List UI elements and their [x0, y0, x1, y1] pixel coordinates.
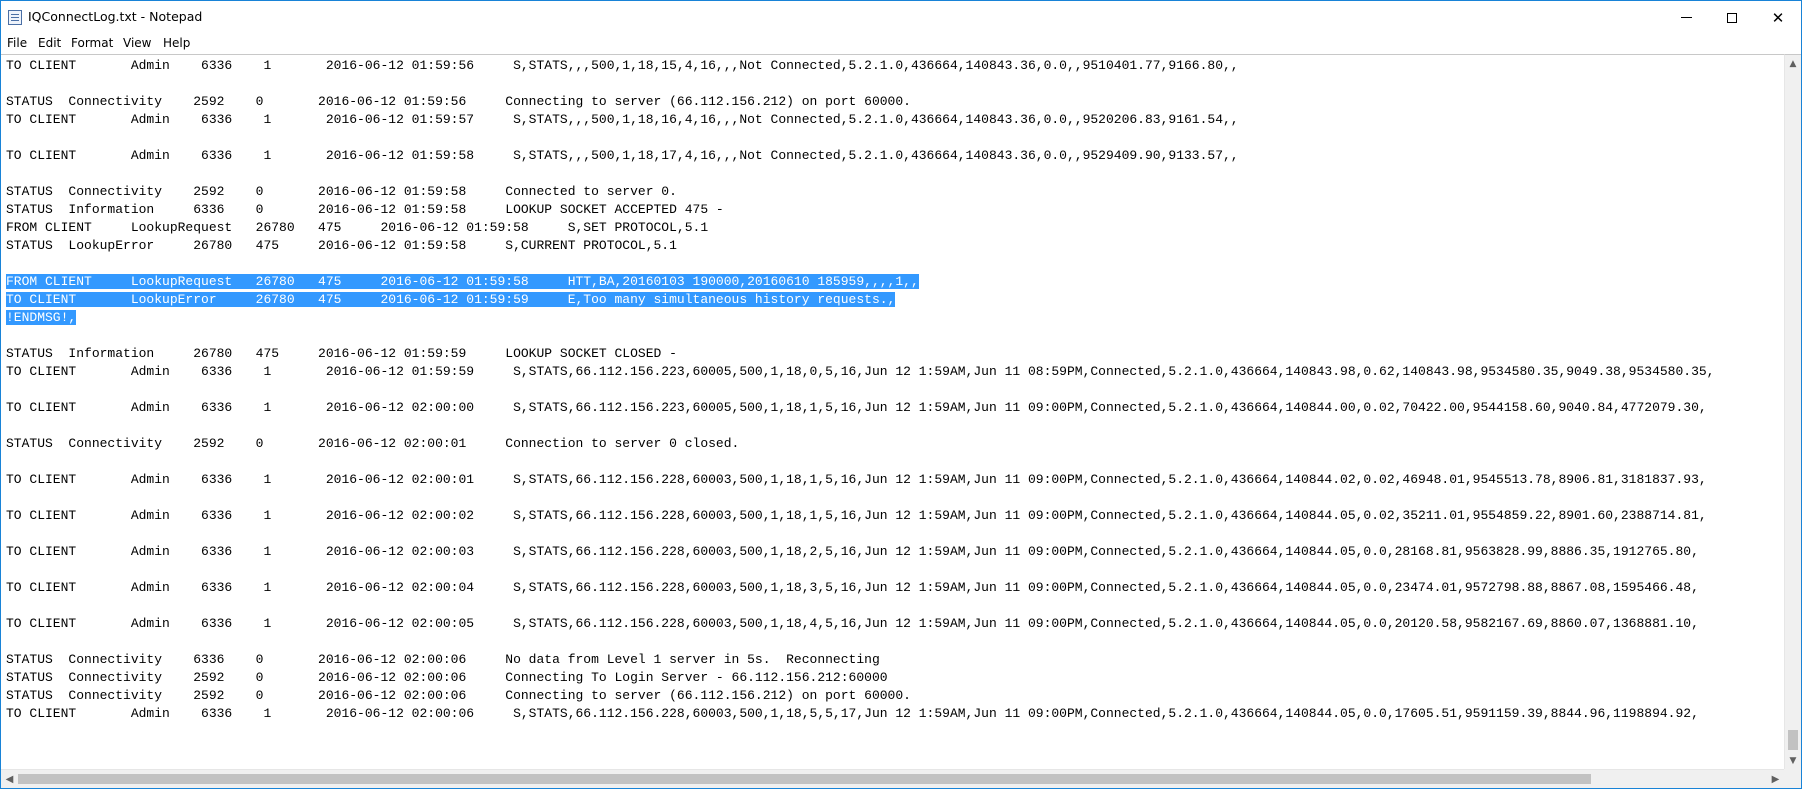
title-bar[interactable]: IQConnectLog.txt - Notepad ✕ [1, 1, 1801, 34]
line-text: STATUS Connectivity 6336 0 2016-06-12 02… [6, 652, 880, 667]
text-line[interactable] [6, 165, 1714, 183]
text-line[interactable]: FROM CLIENT LookupRequest 26780 475 2016… [6, 273, 1714, 291]
text-line[interactable]: TO CLIENT Admin 6336 1 2016-06-12 01:59:… [6, 147, 1714, 165]
menu-file[interactable]: File [7, 36, 27, 50]
text-line[interactable]: STATUS Connectivity 2592 0 2016-06-12 01… [6, 183, 1714, 201]
text-line[interactable]: STATUS LookupError 26780 475 2016-06-12 … [6, 237, 1714, 255]
text-line[interactable]: TO CLIENT Admin 6336 1 2016-06-12 02:00:… [6, 615, 1714, 633]
text-line[interactable]: STATUS Connectivity 2592 0 2016-06-12 01… [6, 93, 1714, 111]
line-text: TO CLIENT LookupError 26780 475 2016-06-… [6, 292, 896, 307]
text-line[interactable]: !ENDMSG!, [6, 309, 1714, 327]
line-text: TO CLIENT Admin 6336 1 2016-06-12 02:00:… [6, 508, 1707, 523]
text-line[interactable]: TO CLIENT Admin 6336 1 2016-06-12 02:00:… [6, 705, 1714, 723]
text-line[interactable]: TO CLIENT Admin 6336 1 2016-06-12 02:00:… [6, 471, 1714, 489]
text-line[interactable]: STATUS Connectivity 6336 0 2016-06-12 02… [6, 651, 1714, 669]
text-line[interactable]: TO CLIENT Admin 6336 1 2016-06-12 02:00:… [6, 579, 1714, 597]
text-line[interactable]: TO CLIENT Admin 6336 1 2016-06-12 02:00:… [6, 507, 1714, 525]
notepad-icon [8, 10, 22, 25]
scroll-up-icon[interactable]: ▲ [1785, 55, 1801, 72]
menu-bar: File Edit Format View Help [1, 34, 1801, 53]
line-text: STATUS Connectivity 2592 0 2016-06-12 01… [6, 94, 911, 109]
line-text: TO CLIENT Admin 6336 1 2016-06-12 02:00:… [6, 580, 1699, 595]
vertical-scroll-thumb[interactable] [1788, 730, 1798, 750]
text-line[interactable] [6, 381, 1714, 399]
line-text: TO CLIENT Admin 6336 1 2016-06-12 01:59:… [6, 58, 1239, 73]
line-text: STATUS Information 26780 475 2016-06-12 … [6, 346, 677, 361]
text-line[interactable] [6, 633, 1714, 651]
text-line[interactable]: TO CLIENT Admin 6336 1 2016-06-12 02:00:… [6, 543, 1714, 561]
notepad-window: IQConnectLog.txt - Notepad ✕ File Edit F… [0, 0, 1802, 789]
text-line[interactable]: TO CLIENT Admin 6336 1 2016-06-12 02:00:… [6, 399, 1714, 417]
maximize-button[interactable] [1709, 1, 1755, 34]
scroll-down-icon[interactable]: ▼ [1785, 752, 1801, 769]
text-line[interactable] [6, 417, 1714, 435]
text-line[interactable] [6, 525, 1714, 543]
text-line[interactable] [6, 597, 1714, 615]
text-line[interactable]: TO CLIENT Admin 6336 1 2016-06-12 01:59:… [6, 111, 1714, 129]
menu-edit[interactable]: Edit [38, 36, 61, 50]
line-text: TO CLIENT Admin 6336 1 2016-06-12 01:59:… [6, 148, 1239, 163]
text-line[interactable]: STATUS Information 6336 0 2016-06-12 01:… [6, 201, 1714, 219]
close-button[interactable]: ✕ [1755, 1, 1801, 34]
close-icon: ✕ [1771, 8, 1785, 27]
vertical-scrollbar[interactable]: ▲ ▼ [1784, 54, 1801, 769]
menu-help[interactable]: Help [163, 36, 190, 50]
line-text: STATUS Connectivity 2592 0 2016-06-12 02… [6, 670, 888, 685]
scroll-right-icon[interactable]: ▶ [1767, 770, 1784, 788]
line-text: STATUS Connectivity 2592 0 2016-06-12 02… [6, 688, 911, 703]
text-line[interactable]: TO CLIENT Admin 6336 1 2016-06-12 01:59:… [6, 363, 1714, 381]
text-line[interactable] [6, 75, 1714, 93]
window-title: IQConnectLog.txt - Notepad [28, 9, 203, 24]
text-line[interactable]: TO CLIENT Admin 6336 1 2016-06-12 01:59:… [6, 57, 1714, 75]
line-text: STATUS LookupError 26780 475 2016-06-12 … [6, 238, 677, 253]
text-line[interactable] [6, 129, 1714, 147]
line-text: FROM CLIENT LookupRequest 26780 475 2016… [6, 274, 919, 289]
line-text: TO CLIENT Admin 6336 1 2016-06-12 01:59:… [6, 364, 1715, 379]
minimize-button[interactable] [1663, 1, 1709, 34]
text-line[interactable]: FROM CLIENT LookupRequest 26780 475 2016… [6, 219, 1714, 237]
text-line[interactable] [6, 327, 1714, 345]
horizontal-scrollbar[interactable]: ◀ ▶ [1, 769, 1784, 788]
line-text: STATUS Information 6336 0 2016-06-12 01:… [6, 202, 724, 217]
scroll-left-icon[interactable]: ◀ [1, 770, 18, 788]
text-line[interactable]: STATUS Connectivity 2592 0 2016-06-12 02… [6, 669, 1714, 687]
line-text: TO CLIENT Admin 6336 1 2016-06-12 02:00:… [6, 706, 1699, 721]
text-content[interactable]: TO CLIENT Admin 6336 1 2016-06-12 01:59:… [6, 57, 1714, 723]
scrollbar-corner [1784, 769, 1801, 788]
line-text: STATUS Connectivity 2592 0 2016-06-12 02… [6, 436, 740, 451]
text-editor[interactable]: TO CLIENT Admin 6336 1 2016-06-12 01:59:… [1, 54, 1784, 769]
text-line[interactable] [6, 561, 1714, 579]
menu-format[interactable]: Format [71, 36, 113, 50]
line-text: STATUS Connectivity 2592 0 2016-06-12 01… [6, 184, 677, 199]
line-text: !ENDMSG!, [6, 310, 77, 325]
text-line[interactable] [6, 489, 1714, 507]
maximize-icon [1727, 12, 1737, 23]
menu-view[interactable]: View [123, 36, 151, 50]
line-text: TO CLIENT Admin 6336 1 2016-06-12 01:59:… [6, 112, 1239, 127]
text-line[interactable]: TO CLIENT LookupError 26780 475 2016-06-… [6, 291, 1714, 309]
horizontal-scroll-thumb[interactable] [18, 774, 1591, 784]
line-text: TO CLIENT Admin 6336 1 2016-06-12 02:00:… [6, 400, 1707, 415]
text-line[interactable]: STATUS Connectivity 2592 0 2016-06-12 02… [6, 435, 1714, 453]
text-line[interactable] [6, 255, 1714, 273]
minimize-icon [1680, 17, 1692, 18]
text-line[interactable]: STATUS Information 26780 475 2016-06-12 … [6, 345, 1714, 363]
text-line[interactable]: STATUS Connectivity 2592 0 2016-06-12 02… [6, 687, 1714, 705]
line-text: TO CLIENT Admin 6336 1 2016-06-12 02:00:… [6, 616, 1699, 631]
text-line[interactable] [6, 453, 1714, 471]
line-text: FROM CLIENT LookupRequest 26780 475 2016… [6, 220, 709, 235]
line-text: TO CLIENT Admin 6336 1 2016-06-12 02:00:… [6, 544, 1699, 559]
line-text: TO CLIENT Admin 6336 1 2016-06-12 02:00:… [6, 472, 1707, 487]
